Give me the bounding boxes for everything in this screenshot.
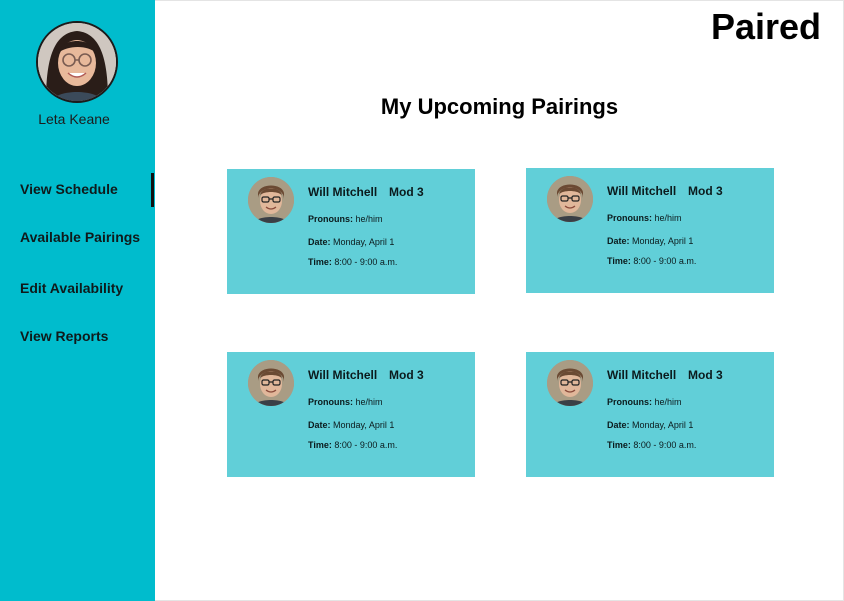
date-value: Monday, April 1 [333, 420, 395, 430]
time-line: Time: 8:00 - 9:00 a.m. [607, 256, 696, 266]
time-label: Time: [607, 440, 631, 450]
pronouns-value: he/him [355, 397, 383, 407]
pronouns-line: Pronouns: he/him [308, 214, 383, 224]
brand-logo: Paired [710, 6, 821, 47]
date-line: Date: Monday, April 1 [308, 237, 394, 247]
partner-avatar-image [547, 176, 593, 222]
partner-avatar [547, 176, 593, 222]
time-value: 8:00 - 9:00 a.m. [334, 440, 398, 450]
date-line: Date: Monday, April 1 [308, 420, 394, 430]
pairing-card[interactable]: Will Mitchell Mod 3 Pronouns: he/him Dat… [227, 352, 475, 477]
nav-view-schedule[interactable]: View Schedule [20, 181, 118, 197]
partner-name: Will Mitchell [607, 184, 677, 198]
date-label: Date: [308, 237, 331, 247]
time-value: 8:00 - 9:00 a.m. [334, 257, 398, 267]
pronouns-value: he/him [654, 397, 682, 407]
pronouns-line: Pronouns: he/him [607, 397, 682, 407]
time-line: Time: 8:00 - 9:00 a.m. [607, 440, 696, 450]
partner-mod: Mod 3 [389, 185, 424, 199]
partner-avatar [248, 177, 294, 223]
partner-avatar [547, 360, 593, 406]
partner-name: Will Mitchell [607, 368, 677, 382]
date-value: Monday, April 1 [632, 420, 694, 430]
nav-view-reports[interactable]: View Reports [20, 328, 108, 344]
date-value: Monday, April 1 [333, 237, 395, 247]
pairing-card[interactable]: Will Mitchell Mod 3 Pronouns: he/him Dat… [526, 352, 774, 477]
pronouns-label: Pronouns: [308, 397, 353, 407]
partner-mod: Mod 3 [688, 368, 723, 382]
date-line: Date: Monday, April 1 [607, 236, 693, 246]
pairing-card[interactable]: Will Mitchell Mod 3 Pronouns: he/him Dat… [526, 168, 774, 293]
sidebar: Leta Keane View Schedule Available Pairi… [0, 0, 155, 601]
partner-mod: Mod 3 [688, 184, 723, 198]
partner-mod: Mod 3 [389, 368, 424, 382]
partner-name: Will Mitchell [308, 368, 378, 382]
user-avatar[interactable] [36, 21, 118, 103]
pronouns-label: Pronouns: [607, 213, 652, 223]
partner-avatar-image [248, 177, 294, 223]
pronouns-value: he/him [355, 214, 383, 224]
pronouns-value: he/him [654, 213, 682, 223]
date-label: Date: [607, 236, 630, 246]
partner-avatar-image [248, 360, 294, 406]
date-line: Date: Monday, April 1 [607, 420, 693, 430]
user-avatar-image [38, 23, 116, 101]
nav-available-pairings[interactable]: Available Pairings [20, 229, 140, 245]
pronouns-line: Pronouns: he/him [607, 213, 682, 223]
pronouns-label: Pronouns: [308, 214, 353, 224]
page-title: My Upcoming Pairings [380, 94, 619, 119]
active-nav-indicator [151, 173, 154, 207]
date-value: Monday, April 1 [632, 236, 694, 246]
time-line: Time: 8:00 - 9:00 a.m. [308, 257, 397, 267]
date-label: Date: [607, 420, 630, 430]
time-label: Time: [308, 257, 332, 267]
time-label: Time: [308, 440, 332, 450]
pairing-card[interactable]: Will Mitchell Mod 3 Pronouns: he/him Dat… [227, 169, 475, 294]
pronouns-label: Pronouns: [607, 397, 652, 407]
time-value: 8:00 - 9:00 a.m. [633, 256, 697, 266]
partner-name: Will Mitchell [308, 185, 378, 199]
partner-avatar [248, 360, 294, 406]
pronouns-line: Pronouns: he/him [308, 397, 383, 407]
time-label: Time: [607, 256, 631, 266]
date-label: Date: [308, 420, 331, 430]
partner-avatar-image [547, 360, 593, 406]
nav-edit-availability[interactable]: Edit Availability [20, 280, 123, 296]
time-line: Time: 8:00 - 9:00 a.m. [308, 440, 397, 450]
user-name: Leta Keane [38, 111, 110, 127]
time-value: 8:00 - 9:00 a.m. [633, 440, 697, 450]
